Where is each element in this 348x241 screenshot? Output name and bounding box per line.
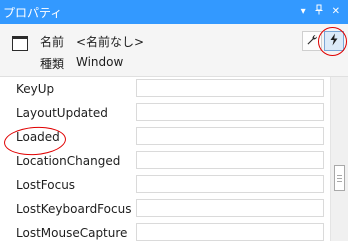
type-label: 種類 <box>40 57 65 71</box>
name-label: 名前 <box>40 35 65 49</box>
event-row-lostmousecapture[interactable]: LostMouseCapture <box>0 221 330 241</box>
dropdown-icon[interactable]: ▾ <box>301 5 306 19</box>
event-name: LostFocus <box>16 178 76 192</box>
type-value: Window <box>76 55 124 69</box>
event-handler-field[interactable] <box>136 79 324 97</box>
event-row-lostfocus[interactable]: LostFocus <box>0 173 330 197</box>
event-row-keyup[interactable]: KeyUp <box>0 77 330 101</box>
event-name: LostMouseCapture <box>16 226 128 240</box>
scrollbar-thumb[interactable] <box>334 165 345 191</box>
grip-line <box>337 178 342 179</box>
event-handler-field[interactable] <box>136 175 324 193</box>
properties-tab-button[interactable] <box>302 31 322 51</box>
event-name: LayoutUpdated <box>16 106 108 120</box>
panel-titlebar: プロパティ ▾ ✕ <box>0 0 348 24</box>
name-value: <名前なし> <box>76 35 145 49</box>
selected-object-header: 名前 <名前なし> 種類 Window <box>0 24 348 77</box>
grip-line <box>337 175 342 176</box>
pin-icon[interactable] <box>315 4 323 20</box>
event-handler-field[interactable] <box>136 103 324 121</box>
event-name: Loaded <box>16 130 60 144</box>
events-tab-button[interactable] <box>324 31 344 51</box>
grip-line <box>337 181 342 182</box>
event-handler-field[interactable] <box>136 151 324 169</box>
panel-title: プロパティ <box>3 5 63 20</box>
wrench-icon <box>306 34 318 49</box>
lightning-icon <box>329 33 339 49</box>
event-handler-field[interactable] <box>136 127 324 145</box>
event-name: LocationChanged <box>16 154 121 168</box>
event-row-loaded[interactable]: Loaded <box>0 125 330 149</box>
close-icon[interactable]: ✕ <box>332 5 340 19</box>
event-row-lostkeyboardfocus[interactable]: LostKeyboardFocus <box>0 197 330 221</box>
event-handler-field[interactable] <box>136 223 324 241</box>
event-name: LostKeyboardFocus <box>16 202 132 216</box>
event-row-locationchanged[interactable]: LocationChanged <box>0 149 330 173</box>
window-object-icon <box>12 36 28 51</box>
event-row-layoutupdated[interactable]: LayoutUpdated <box>0 101 330 125</box>
events-list: KeyUp LayoutUpdated Loaded LocationChang… <box>0 77 330 241</box>
vertical-scrollbar[interactable] <box>330 77 348 241</box>
event-handler-field[interactable] <box>136 199 324 217</box>
event-name: KeyUp <box>16 82 55 96</box>
